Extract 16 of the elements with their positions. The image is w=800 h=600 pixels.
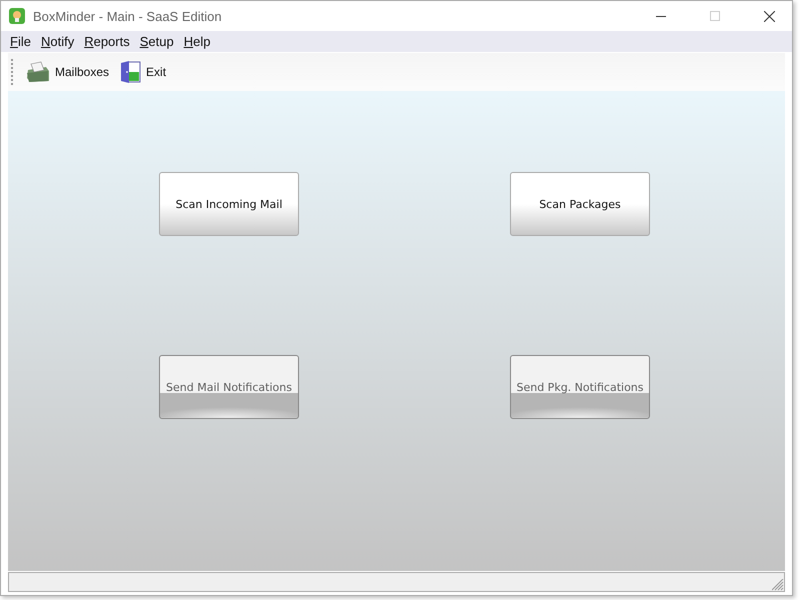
close-icon bbox=[764, 10, 774, 22]
door-icon bbox=[119, 60, 142, 84]
menu-item[interactable]: Setup bbox=[134, 33, 179, 50]
action-button[interactable]: Scan Incoming Mail bbox=[159, 172, 299, 236]
menu-item[interactable]: Notify bbox=[36, 33, 80, 50]
menu-item[interactable]: Help bbox=[178, 33, 216, 50]
mailbox-icon bbox=[26, 61, 50, 83]
menu-item[interactable]: Reports bbox=[79, 33, 135, 50]
menu-item[interactable]: File bbox=[5, 33, 36, 50]
action-button[interactable]: Scan Packages bbox=[510, 172, 650, 236]
maximize-icon bbox=[710, 11, 720, 21]
window-title: BoxMinder - Main - SaaS Edition bbox=[33, 8, 222, 24]
resize-grip-icon[interactable] bbox=[772, 579, 784, 591]
app-icon bbox=[9, 8, 25, 24]
toolbar-button[interactable]: Exit bbox=[116, 58, 170, 86]
toolbar-button[interactable]: Mailboxes bbox=[23, 59, 112, 85]
